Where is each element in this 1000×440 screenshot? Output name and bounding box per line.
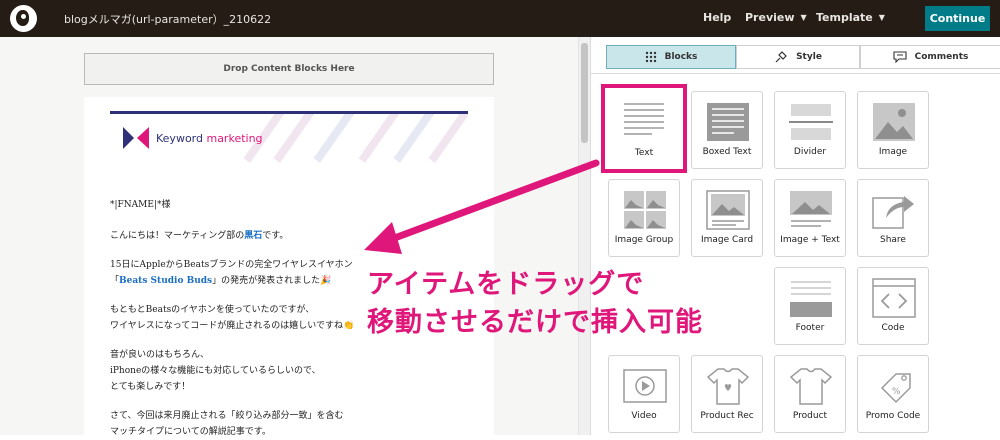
scrollbar-thumb[interactable] (581, 43, 588, 143)
block-product[interactable]: Product (774, 355, 846, 433)
tab-divider (591, 73, 1000, 74)
chevron-down-icon: ▼ (800, 13, 807, 22)
block-image-card[interactable]: Image Card (691, 179, 763, 257)
paragraph-line: 音が良いのはもちろん、 (110, 350, 210, 360)
paragraph-line: ワイヤレスになってコードが廃止されるのは嬉しいですね👏 (110, 321, 355, 331)
annotation-line-2: 移動させるだけで挿入可能 (367, 307, 703, 338)
paragraph-line: もともとBeatsのイヤホンを使っていたのですが、 (110, 305, 315, 315)
block-label: Image + Text (780, 235, 840, 245)
block-boxed-text[interactable]: Boxed Text (691, 91, 763, 169)
svg-text:%: % (892, 387, 901, 397)
greeting-text: こんにちは！マーケティング部の (110, 231, 245, 241)
paragraph-line: 15日にAppleからBeatsブランドの完全ワイヤレスイヤホン (110, 260, 353, 270)
document-title[interactable]: blogメルマガ(url-parameter）_210622 (64, 11, 271, 27)
brand-word-marketing: marketing (202, 132, 263, 145)
block-label: Product Rec (700, 411, 754, 421)
header-banner[interactable]: Keyword marketing (110, 111, 468, 163)
annotation-line-1: アイテムをドラッグで (367, 269, 645, 300)
block-label: Image Card (700, 235, 754, 245)
keyword-marketing-logo-icon (123, 127, 149, 149)
block-share[interactable]: Share (857, 179, 929, 257)
block-product-rec[interactable]: Product Rec (691, 355, 763, 433)
tab-style[interactable]: Style (736, 45, 860, 69)
footer-icon (790, 281, 832, 317)
block-label: Divider (793, 147, 827, 157)
block-image-group[interactable]: Image Group (608, 179, 680, 257)
bracket-open: 「 (110, 276, 120, 286)
promo-code-icon: % (880, 373, 911, 404)
grid-icon (645, 51, 656, 63)
block-video[interactable]: Video (608, 355, 680, 433)
continue-button[interactable]: Continue (925, 6, 990, 31)
salutation: *|FNAME|*様 (110, 200, 171, 210)
block-label: Video (631, 411, 657, 421)
block-image[interactable]: Image (857, 91, 929, 169)
style-brush-icon (775, 51, 787, 63)
top-bar: blogメルマガ(url-parameter）_210622 Help Prev… (0, 0, 1000, 37)
paragraph-line: マッチタイプについての解説記事です。 (110, 427, 271, 437)
block-label: Text (634, 148, 654, 158)
template-menu[interactable]: Template ▼ (816, 11, 885, 24)
image-icon (873, 103, 915, 141)
block-label: Footer (795, 323, 825, 333)
greeting-end: です。 (262, 231, 289, 241)
block-label: Promo Code (865, 411, 921, 421)
decorative-stripe (393, 114, 435, 163)
comment-icon (893, 51, 907, 63)
chevron-down-icon: ▼ (878, 13, 885, 22)
image-group-icon (624, 191, 666, 229)
paragraph-line: とても楽しみです！ (110, 382, 191, 392)
product-link[interactable]: Beats Studio Buds (119, 276, 212, 286)
brand-name: Keyword marketing (156, 132, 263, 145)
boxed-text-icon (707, 103, 749, 141)
drop-zone[interactable]: Drop Content Blocks Here (84, 53, 494, 85)
email-canvas: Drop Content Blocks Here Keyword marketi… (0, 37, 578, 437)
paragraph-line: 「Beats Studio Buds」の発売が発表されました🎉 (110, 273, 410, 289)
decorative-stripe (313, 114, 355, 163)
block-label: Product (792, 411, 828, 421)
brand-word-keyword: Keyword (156, 132, 203, 145)
video-icon (623, 369, 667, 403)
share-icon (872, 196, 914, 229)
decorative-stripe (358, 114, 400, 163)
content-panel: Blocks Style Comments Text Boxed Text Di… (590, 37, 1000, 435)
code-icon (872, 278, 916, 318)
preview-menu[interactable]: Preview ▼ (745, 11, 807, 24)
divider-icon (789, 104, 833, 140)
greeting-line: こんにちは！マーケティング部の黒石です。 (110, 228, 410, 244)
panel-tabs: Blocks Style Comments (606, 45, 1000, 69)
preview-label: Preview (745, 11, 795, 24)
block-code[interactable]: Code (857, 267, 929, 345)
help-label: Help (703, 11, 732, 24)
tab-style-label: Style (796, 52, 822, 62)
product-rec-icon (706, 368, 750, 405)
paragraph-line: さて、今回は来月廃止される「絞り込み部分一致」を含む (110, 411, 344, 421)
decorative-stripe (428, 114, 468, 163)
tab-comments[interactable]: Comments (860, 45, 1000, 69)
author-name-link[interactable]: 黒石 (244, 231, 262, 241)
tab-blocks-label: Blocks (664, 52, 698, 62)
block-image-text[interactable]: Image + Text (774, 179, 846, 257)
block-label: Code (881, 323, 905, 333)
block-text[interactable]: Text (601, 84, 687, 173)
tab-comments-label: Comments (914, 52, 969, 62)
image-text-icon (790, 191, 832, 227)
block-label: Share (880, 235, 906, 245)
block-footer[interactable]: Footer (774, 267, 846, 345)
text-block-icon (624, 103, 664, 135)
image-card-icon (706, 190, 750, 230)
paragraph-text: 」の発売が発表されました🎉 (212, 276, 332, 286)
product-icon (789, 368, 833, 405)
mailchimp-logo-icon[interactable] (10, 5, 37, 32)
template-label: Template (816, 11, 873, 24)
block-label: Boxed Text (702, 147, 752, 157)
help-link[interactable]: Help (703, 11, 731, 24)
block-label: Image Group (614, 235, 674, 245)
paragraph-line: iPhoneの様々な機能にも対応しているらしいので、 (110, 366, 321, 376)
tab-blocks[interactable]: Blocks (606, 45, 736, 69)
canvas-scrollbar[interactable] (578, 37, 590, 435)
block-label: Image (878, 147, 908, 157)
block-promo-code[interactable]: % Promo Code (857, 355, 929, 433)
block-divider[interactable]: Divider (774, 91, 846, 169)
